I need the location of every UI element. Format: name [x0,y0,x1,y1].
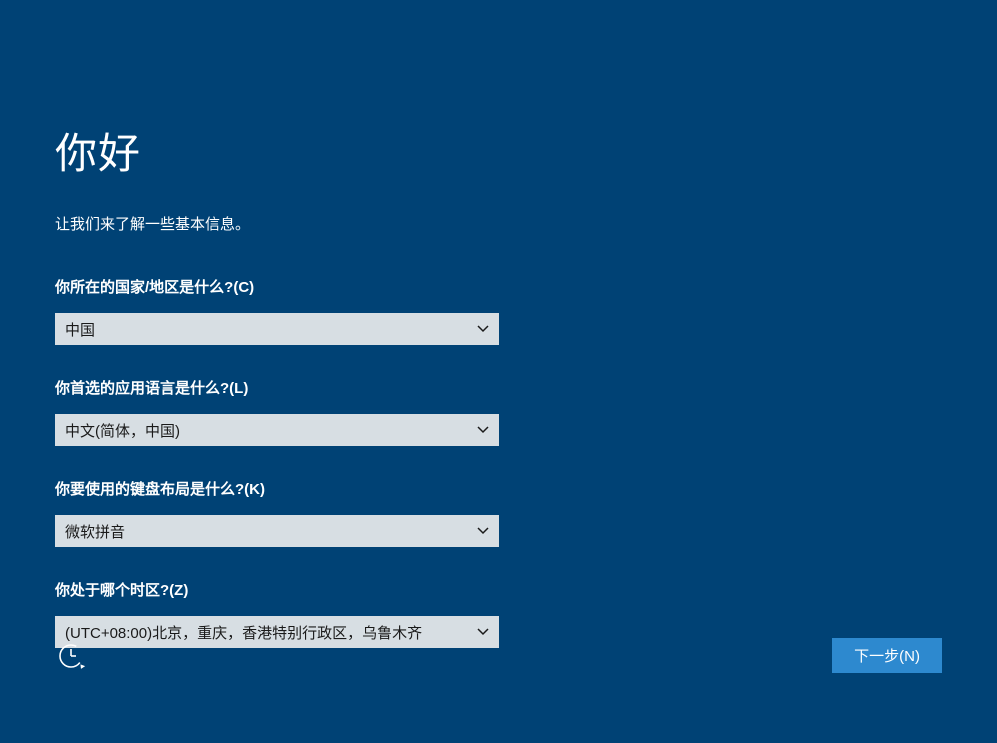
timezone-label: 你处于哪个时区?(Z) [55,579,997,600]
language-field-group: 你首选的应用语言是什么?(L) 中文(简体，中国) [55,377,997,446]
country-label: 你所在的国家/地区是什么?(C) [55,276,997,297]
country-dropdown-value: 中国 [65,319,477,340]
keyboard-dropdown[interactable]: 微软拼音 [55,515,499,547]
chevron-down-icon [477,325,489,333]
chevron-down-icon [477,426,489,434]
chevron-down-icon [477,527,489,535]
country-dropdown[interactable]: 中国 [55,313,499,345]
keyboard-label: 你要使用的键盘布局是什么?(K) [55,478,997,499]
language-dropdown-value: 中文(简体，中国) [65,420,477,441]
language-label: 你首选的应用语言是什么?(L) [55,377,997,398]
language-dropdown[interactable]: 中文(简体，中国) [55,414,499,446]
keyboard-dropdown-value: 微软拼音 [65,521,477,542]
next-button[interactable]: 下一步(N) [832,638,942,673]
country-field-group: 你所在的国家/地区是什么?(C) 中国 [55,276,997,345]
page-title: 你好 [55,120,997,181]
keyboard-field-group: 你要使用的键盘布局是什么?(K) 微软拼音 [55,478,997,547]
ease-of-access-icon[interactable] [55,640,87,672]
chevron-down-icon [477,628,489,636]
page-subtitle: 让我们来了解一些基本信息。 [55,213,997,234]
